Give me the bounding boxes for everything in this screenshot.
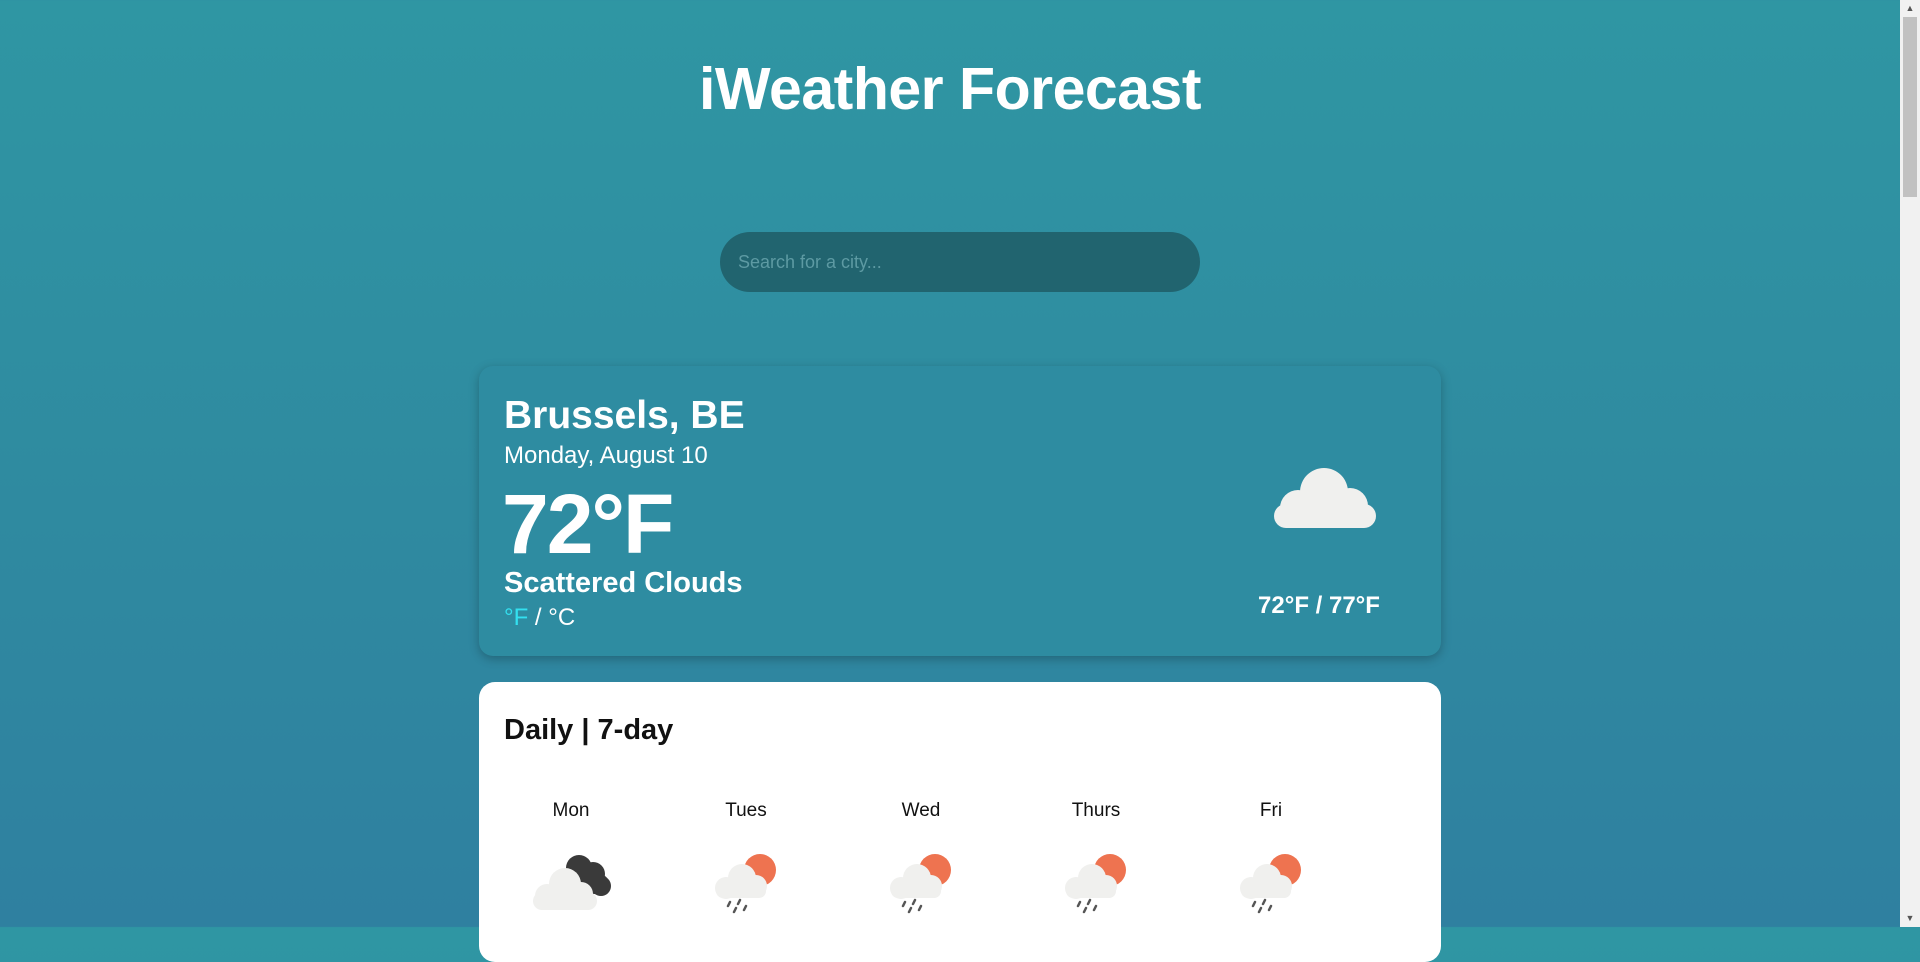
- current-temperature: 72°F: [502, 477, 674, 571]
- current-weather-card: Brussels, BE Monday, August 10 72°F Scat…: [479, 366, 1441, 656]
- scroll-down-arrow-icon[interactable]: ▼: [1900, 910, 1920, 927]
- dark-clouds-icon: [533, 855, 611, 910]
- celsius-toggle[interactable]: °C: [548, 604, 575, 631]
- cloud-icon: [1274, 468, 1376, 528]
- day-label: Tues: [725, 800, 767, 821]
- day-label: Mon: [552, 800, 590, 821]
- forecast-day: Tues: [686, 800, 806, 914]
- current-date: Monday, August 10: [504, 442, 708, 469]
- app-title: iWeather Forecast: [699, 56, 1201, 122]
- city-name: Brussels, BE: [504, 394, 745, 437]
- sun-rain-icon: [890, 854, 951, 914]
- scroll-up-arrow-icon[interactable]: ▲: [1900, 0, 1920, 17]
- weather-condition: Scattered Clouds: [504, 567, 743, 599]
- forecast-day: Wed: [861, 800, 981, 914]
- daily-forecast-title: Daily | 7-day: [504, 714, 674, 746]
- day-label: Fri: [1259, 800, 1283, 821]
- daily-forecast-card: Daily | 7-day Mon Tues Wed Thurs Fri: [479, 682, 1441, 962]
- day-label: Thurs: [1071, 800, 1121, 821]
- high-low-temperature: 72°F / 77°F: [1258, 592, 1380, 619]
- forecast-day: Mon: [511, 800, 631, 914]
- unit-toggle: °F / °C: [504, 604, 575, 632]
- sun-rain-icon: [715, 854, 776, 914]
- forecast-day: Fri: [1211, 800, 1331, 914]
- sun-rain-icon: [1240, 854, 1301, 914]
- day-label: Wed: [901, 800, 941, 821]
- forecast-day: Thurs: [1036, 800, 1156, 914]
- search-input[interactable]: [720, 232, 1200, 292]
- scrollbar-thumb[interactable]: [1903, 17, 1917, 197]
- sun-rain-icon: [1065, 854, 1126, 914]
- unit-separator: /: [528, 604, 549, 631]
- page-scrollbar[interactable]: ▲ ▼: [1900, 0, 1920, 927]
- fahrenheit-toggle[interactable]: °F: [504, 604, 528, 631]
